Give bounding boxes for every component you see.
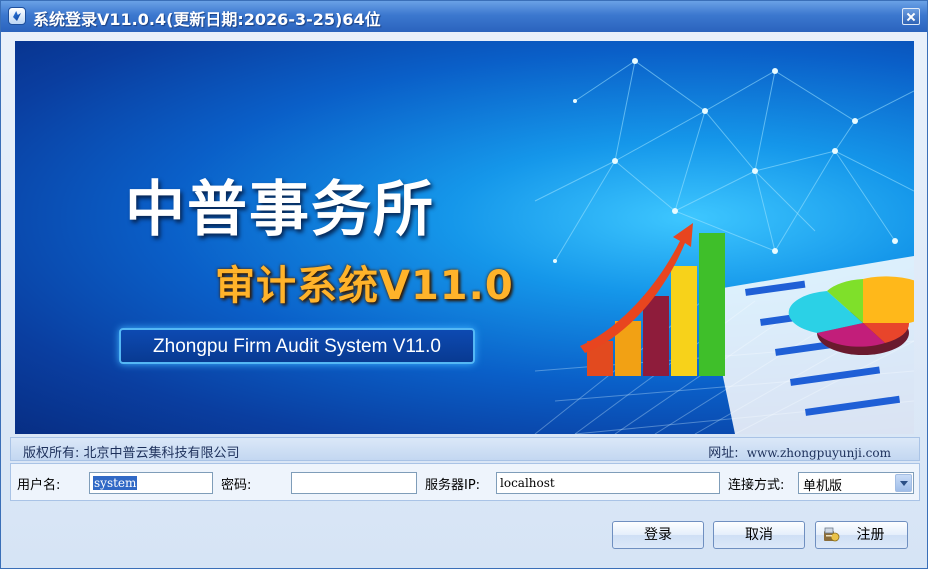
- login-window: 系统登录V11.0.4(更新日期:2026-3-25)64位 中普事务所 审计系…: [0, 0, 928, 569]
- website-label: 网址:: [708, 446, 739, 461]
- server-ip-field[interactable]: [496, 472, 720, 494]
- connection-value: 单机版: [803, 479, 843, 494]
- cancel-button[interactable]: 取消: [713, 521, 805, 549]
- register-icon: [824, 527, 840, 542]
- login-form: 用户名: system 密码: 服务器IP: 连接方式: 单机版: [10, 463, 920, 501]
- password-label: 密码:: [221, 478, 252, 493]
- website-url: www.zhongpuyunji.com: [746, 446, 891, 460]
- connection-label: 连接方式:: [728, 478, 785, 493]
- window-title: 系统登录V11.0.4(更新日期:2026-3-25)64位: [33, 10, 381, 29]
- app-icon: [8, 7, 26, 25]
- register-button[interactable]: 注册: [815, 521, 908, 549]
- copyright-text: 版权所有: 北京中普云集科技有限公司: [23, 446, 240, 461]
- server-ip-label: 服务器IP:: [425, 478, 481, 493]
- splash-banner: 中普事务所 审计系统V11.0 Zhongpu Firm Audit Syste…: [15, 41, 914, 434]
- username-value: system: [93, 476, 138, 490]
- brand-english-plate: Zhongpu Firm Audit System V11.0: [119, 328, 475, 364]
- brand-subtitle: 审计系统V11.0: [215, 263, 514, 309]
- chevron-down-icon[interactable]: [895, 474, 912, 492]
- username-field[interactable]: system: [89, 472, 213, 494]
- info-bar: 版权所有: 北京中普云集科技有限公司 网址: www.zhongpuyunji.…: [10, 437, 920, 461]
- close-button[interactable]: [902, 8, 920, 25]
- brand-english-text: Zhongpu Firm Audit System V11.0: [153, 336, 441, 357]
- connection-select[interactable]: 单机版: [798, 472, 914, 494]
- register-label: 注册: [856, 527, 885, 543]
- brand-title: 中普事务所: [125, 175, 435, 245]
- login-button[interactable]: 登录: [612, 521, 704, 549]
- username-label: 用户名:: [17, 478, 61, 493]
- website-text: 网址: www.zhongpuyunji.com: [708, 442, 891, 461]
- server-ip-input[interactable]: [500, 473, 716, 493]
- password-field[interactable]: [291, 472, 417, 494]
- password-input[interactable]: [295, 473, 413, 493]
- title-bar[interactable]: 系统登录V11.0.4(更新日期:2026-3-25)64位: [1, 1, 927, 32]
